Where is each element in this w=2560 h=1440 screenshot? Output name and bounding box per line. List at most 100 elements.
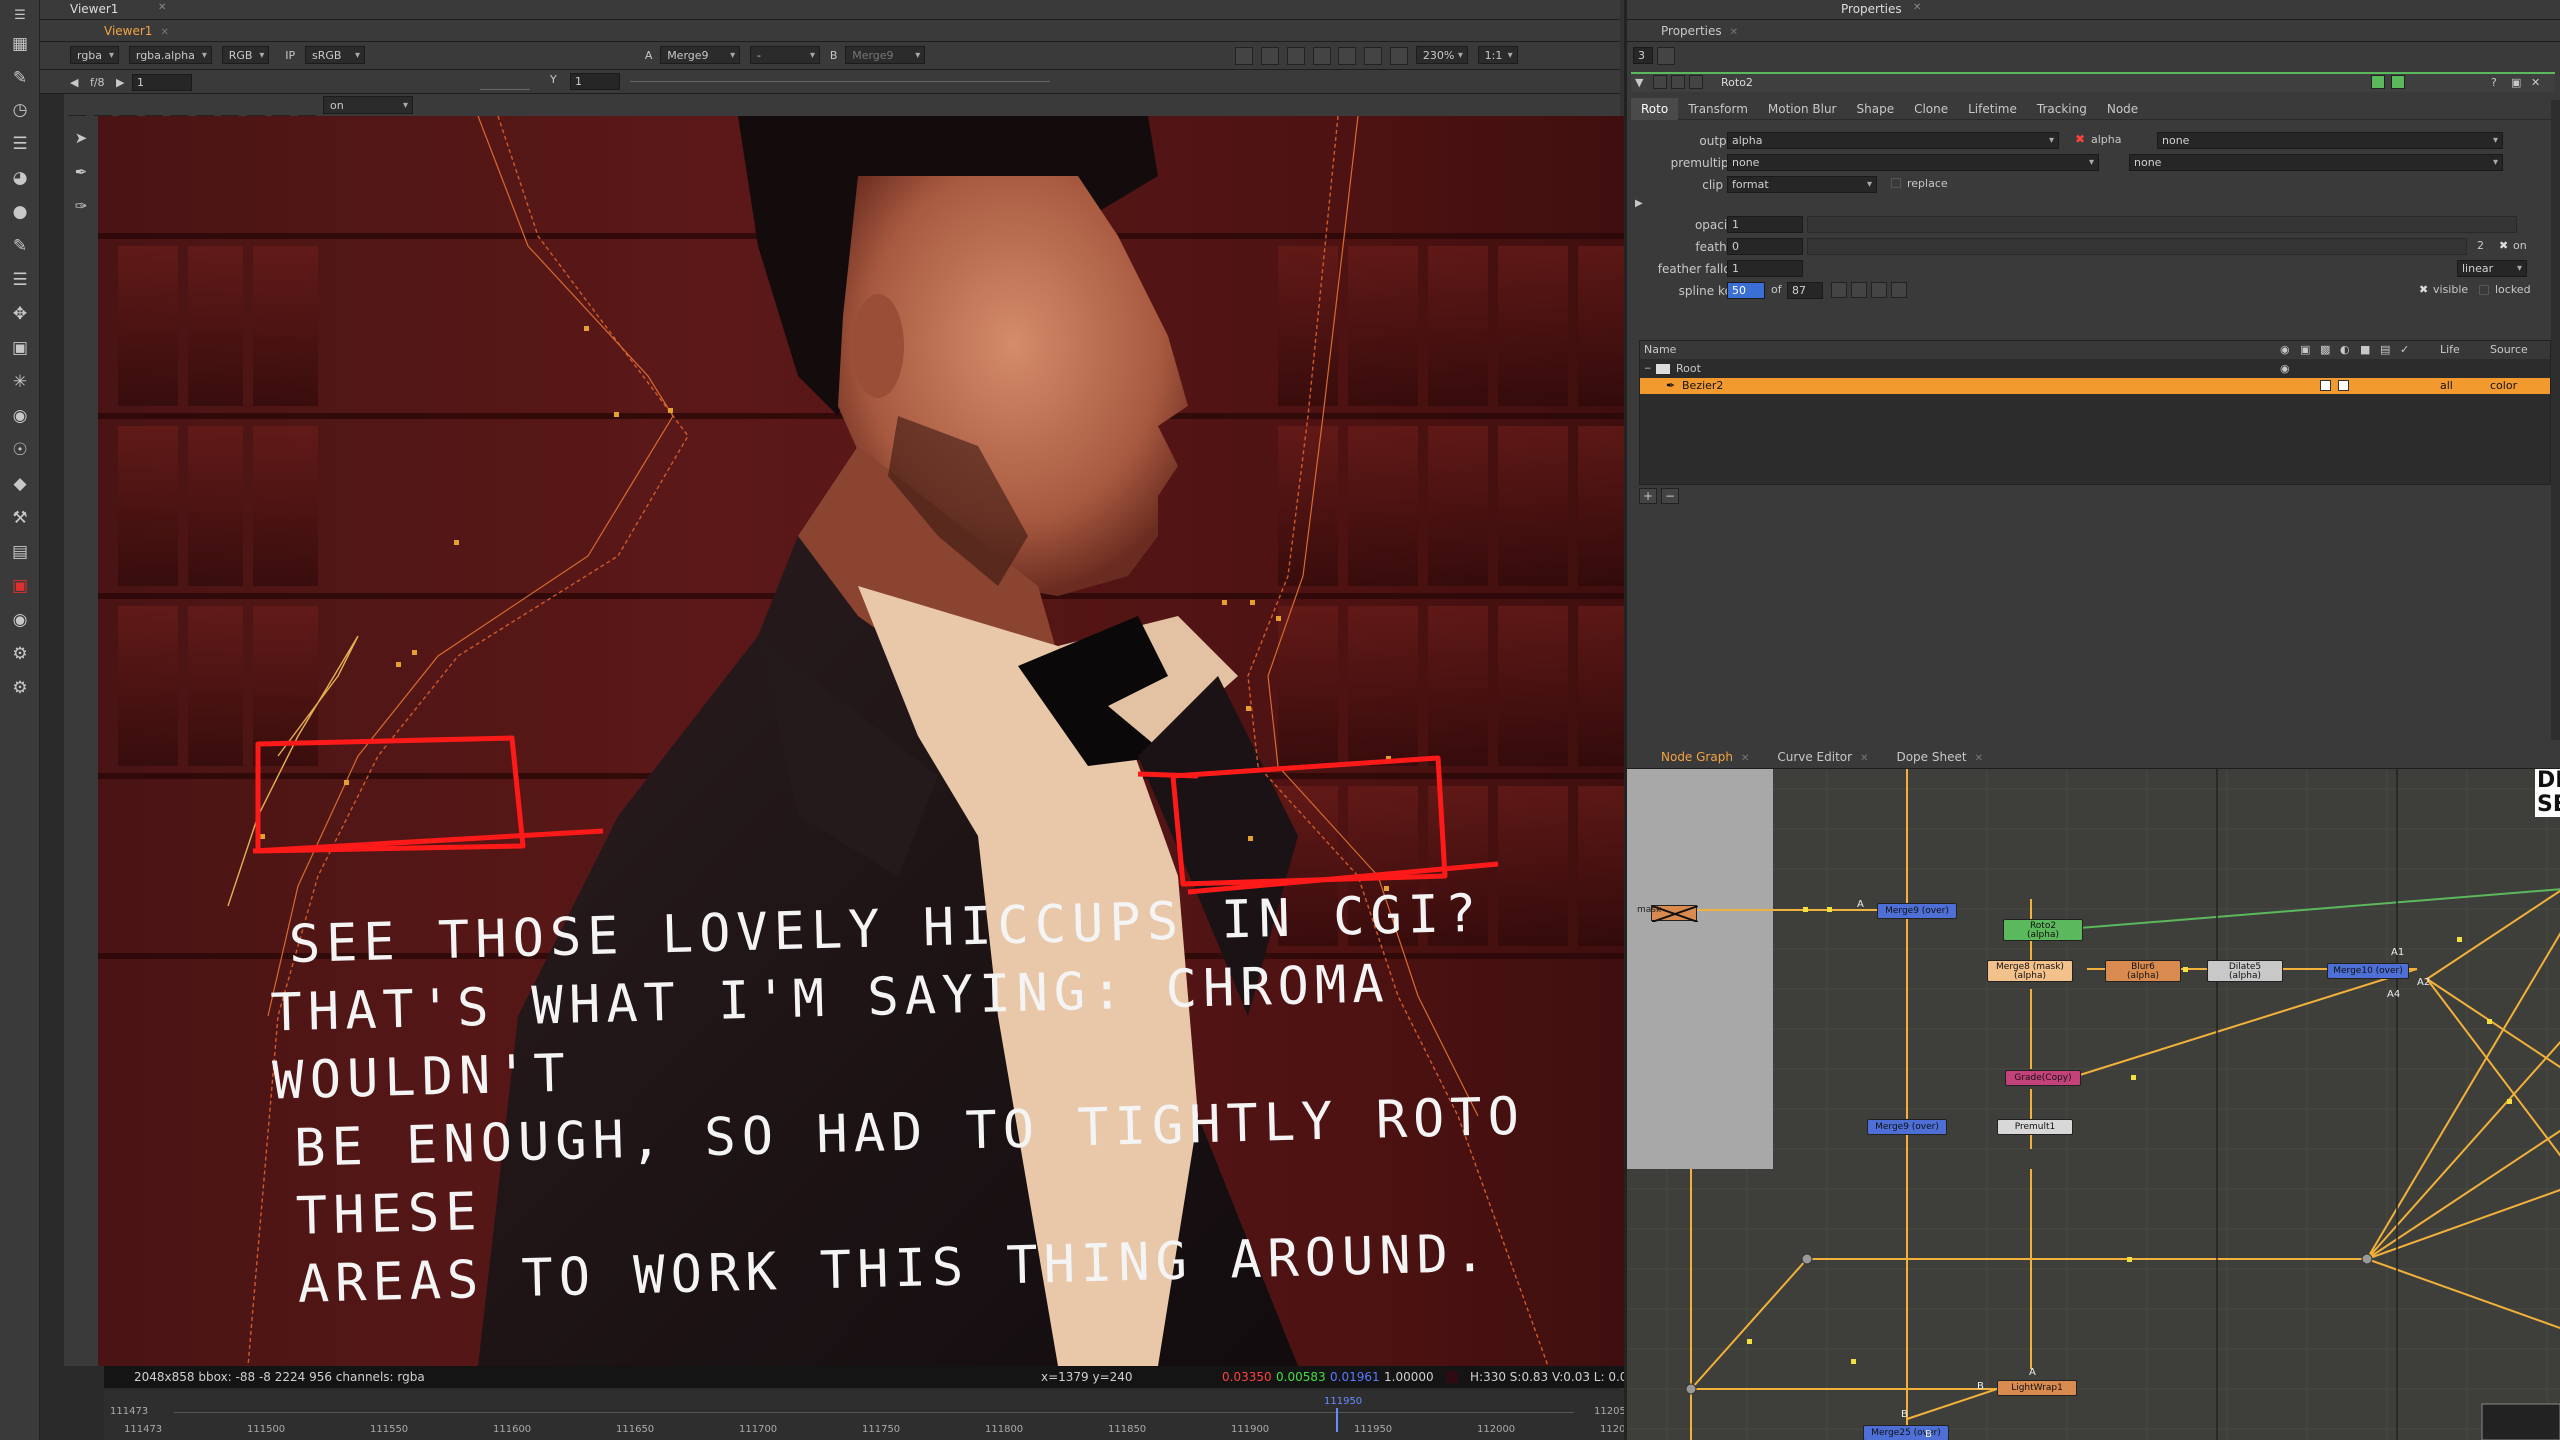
invert-checkbox[interactable] bbox=[2320, 380, 2331, 391]
tree-row-root[interactable]: − Root ◉ bbox=[1640, 361, 2550, 377]
node-premult1[interactable]: Premult1 bbox=[1997, 1119, 2073, 1135]
clip-icon[interactable] bbox=[1260, 46, 1279, 65]
transform-icon[interactable]: ✥ bbox=[8, 302, 32, 326]
timeline-track[interactable] bbox=[174, 1412, 1574, 1413]
node-grade-copy[interactable]: Grade(Copy) bbox=[2005, 1070, 2081, 1086]
gain-field[interactable]: 1 bbox=[132, 74, 193, 91]
particles-icon[interactable]: ✳ bbox=[8, 370, 32, 394]
compare-op-dropdown[interactable]: - bbox=[750, 46, 821, 65]
viewer-image[interactable]: SEE THOSE LOVELY HICCUPS IN CGI? THAT'S … bbox=[98, 116, 1658, 1366]
channels-dropdown[interactable]: rgba bbox=[70, 46, 120, 65]
gain-slider[interactable] bbox=[480, 73, 530, 90]
tree-row-bezier2[interactable]: ✒ Bezier2 all color bbox=[1640, 378, 2550, 394]
spline-key-field[interactable]: 50 bbox=[1727, 282, 1765, 299]
falloff-field[interactable]: 1 bbox=[1727, 260, 1803, 277]
timeline[interactable]: 111473 112050 111950 111473 111500 111550 1… bbox=[104, 1390, 1660, 1440]
knob-tab-clone[interactable]: Clone bbox=[1904, 98, 1958, 120]
close-icon[interactable]: ✕ bbox=[1975, 753, 1983, 764]
metadata-icon[interactable]: ◆ bbox=[8, 472, 32, 496]
node-name[interactable]: Roto2 bbox=[1721, 76, 1753, 89]
gamma-slider[interactable] bbox=[630, 81, 1050, 82]
expand-icon[interactable]: ▶ bbox=[1635, 198, 1643, 209]
pause-icon[interactable] bbox=[1390, 46, 1409, 65]
menu-icon[interactable]: ☰ bbox=[8, 4, 32, 28]
wipe-icon[interactable] bbox=[1286, 46, 1305, 65]
premultiply-extra-dropdown[interactable]: none bbox=[2129, 154, 2503, 171]
deep-icon[interactable]: ◉ bbox=[8, 404, 32, 428]
locked-checkbox[interactable] bbox=[2479, 285, 2489, 295]
help-icon[interactable]: ? bbox=[2491, 76, 2497, 89]
roi-icon[interactable] bbox=[1235, 46, 1254, 65]
max-panels-field[interactable]: 3 bbox=[1633, 47, 1653, 64]
zoom-dropdown[interactable]: 230% bbox=[1415, 46, 1468, 65]
minimap[interactable] bbox=[2481, 1403, 2560, 1440]
3d-icon[interactable]: ▣ bbox=[8, 336, 32, 360]
overlay-icon[interactable] bbox=[1312, 46, 1331, 65]
feather-side-field[interactable]: 2 bbox=[2477, 239, 2484, 252]
proxy-dropdown[interactable]: 1:1 bbox=[1477, 46, 1518, 65]
merge-icon[interactable]: ☰ bbox=[8, 268, 32, 292]
selection-mode-dropdown[interactable]: on selection bbox=[323, 96, 413, 130]
opacity-slider[interactable] bbox=[1807, 216, 2517, 233]
eye-icon[interactable]: ◉ bbox=[2280, 361, 2290, 377]
node-merge9-bottom[interactable]: Merge9 (over) bbox=[1867, 1119, 1947, 1135]
select-arrow-icon[interactable]: ➤ bbox=[69, 126, 93, 150]
clear-panels-icon[interactable] bbox=[1656, 47, 1675, 65]
tab-viewer1[interactable]: Viewer1 ✕ bbox=[90, 20, 183, 42]
close-icon[interactable]: ✕ bbox=[1730, 27, 1738, 38]
knob-tab-node[interactable]: Node bbox=[2097, 98, 2148, 120]
feather-on-check-icon[interactable]: ✖ bbox=[2499, 239, 2508, 252]
time-icon[interactable]: ◷ bbox=[8, 98, 32, 122]
output-check-icon[interactable]: ✖ bbox=[2075, 132, 2085, 146]
draw-icon[interactable]: ✎ bbox=[8, 66, 32, 90]
knob-tab-shape[interactable]: Shape bbox=[1847, 98, 1905, 120]
add-shape-button[interactable]: + bbox=[1639, 488, 1657, 504]
node-state-icon[interactable] bbox=[2371, 75, 2385, 89]
plugin-b-icon[interactable]: ⚙ bbox=[8, 676, 32, 700]
key-prev-icon[interactable] bbox=[1831, 282, 1847, 298]
replace-checkbox[interactable] bbox=[1891, 178, 1901, 188]
collapse-icon[interactable]: ▼ bbox=[1635, 76, 1643, 89]
timeline-start[interactable]: 111473 bbox=[110, 1406, 148, 1417]
layout-icon[interactable]: ▦ bbox=[8, 32, 32, 56]
node-merge9-top[interactable]: Merge9 (over) bbox=[1877, 903, 1957, 919]
key-remove-icon[interactable] bbox=[1891, 282, 1907, 298]
node-dilate5[interactable]: Dilate5 (alpha) bbox=[2207, 960, 2283, 982]
output-extra-dropdown[interactable]: none bbox=[2157, 132, 2503, 149]
frame-prev-icon[interactable]: ◀ bbox=[70, 76, 78, 89]
color-icon[interactable]: ◕ bbox=[8, 166, 32, 190]
ip-toggle[interactable]: IP bbox=[285, 49, 295, 62]
collapse-icon[interactable]: − bbox=[1644, 361, 1652, 377]
premultiply-dropdown[interactable]: none bbox=[1727, 154, 2099, 171]
key-add-icon[interactable] bbox=[1871, 282, 1887, 298]
knob-tab-tracking[interactable]: Tracking bbox=[2027, 98, 2097, 120]
output-dropdown[interactable]: alpha bbox=[1727, 132, 2059, 149]
furnace-icon[interactable]: ▣ bbox=[8, 574, 32, 598]
remove-shape-button[interactable]: − bbox=[1661, 488, 1679, 504]
views-icon[interactable]: ☉ bbox=[8, 438, 32, 462]
falloff-mode-dropdown[interactable]: linear bbox=[2457, 260, 2527, 277]
refresh-icon[interactable] bbox=[1364, 46, 1383, 65]
mask-icon[interactable] bbox=[1338, 46, 1357, 65]
close-icon[interactable]: ✕ bbox=[158, 2, 166, 13]
gizmo-icon[interactable]: ◉ bbox=[8, 608, 32, 632]
tree-item-source[interactable]: color bbox=[2490, 378, 2517, 394]
close-icon[interactable]: ✕ bbox=[1913, 2, 1921, 13]
channel-icon[interactable]: ☰ bbox=[8, 132, 32, 156]
knob-tab-roto[interactable]: Roto bbox=[1631, 98, 1679, 120]
pen-icon[interactable]: ✑ bbox=[69, 194, 93, 218]
node-undo-icon[interactable] bbox=[1689, 75, 1703, 89]
knob-tab-transform[interactable]: Transform bbox=[1678, 98, 1758, 120]
alpha-dropdown[interactable]: rgba.alpha bbox=[128, 46, 212, 65]
tree-item-life[interactable]: all bbox=[2440, 378, 2453, 394]
close-icon[interactable]: ✕ bbox=[160, 27, 168, 38]
knob-tab-motion-blur[interactable]: Motion Blur bbox=[1758, 98, 1847, 120]
node-merge10[interactable]: Merge10 (over) bbox=[2327, 963, 2409, 979]
close-icon[interactable]: ✕ bbox=[2531, 76, 2540, 89]
node-graph-canvas[interactable]: Roto2 (alpha) Merge8 (mask) (alpha) Blur6(… bbox=[1627, 769, 2560, 1440]
frame-next-icon[interactable]: ▶ bbox=[116, 76, 124, 89]
color-swatch[interactable] bbox=[2338, 380, 2349, 391]
clip-dropdown[interactable]: format bbox=[1727, 176, 1877, 193]
node-state2-icon[interactable] bbox=[2391, 75, 2405, 89]
close-icon[interactable]: ✕ bbox=[1741, 753, 1749, 764]
